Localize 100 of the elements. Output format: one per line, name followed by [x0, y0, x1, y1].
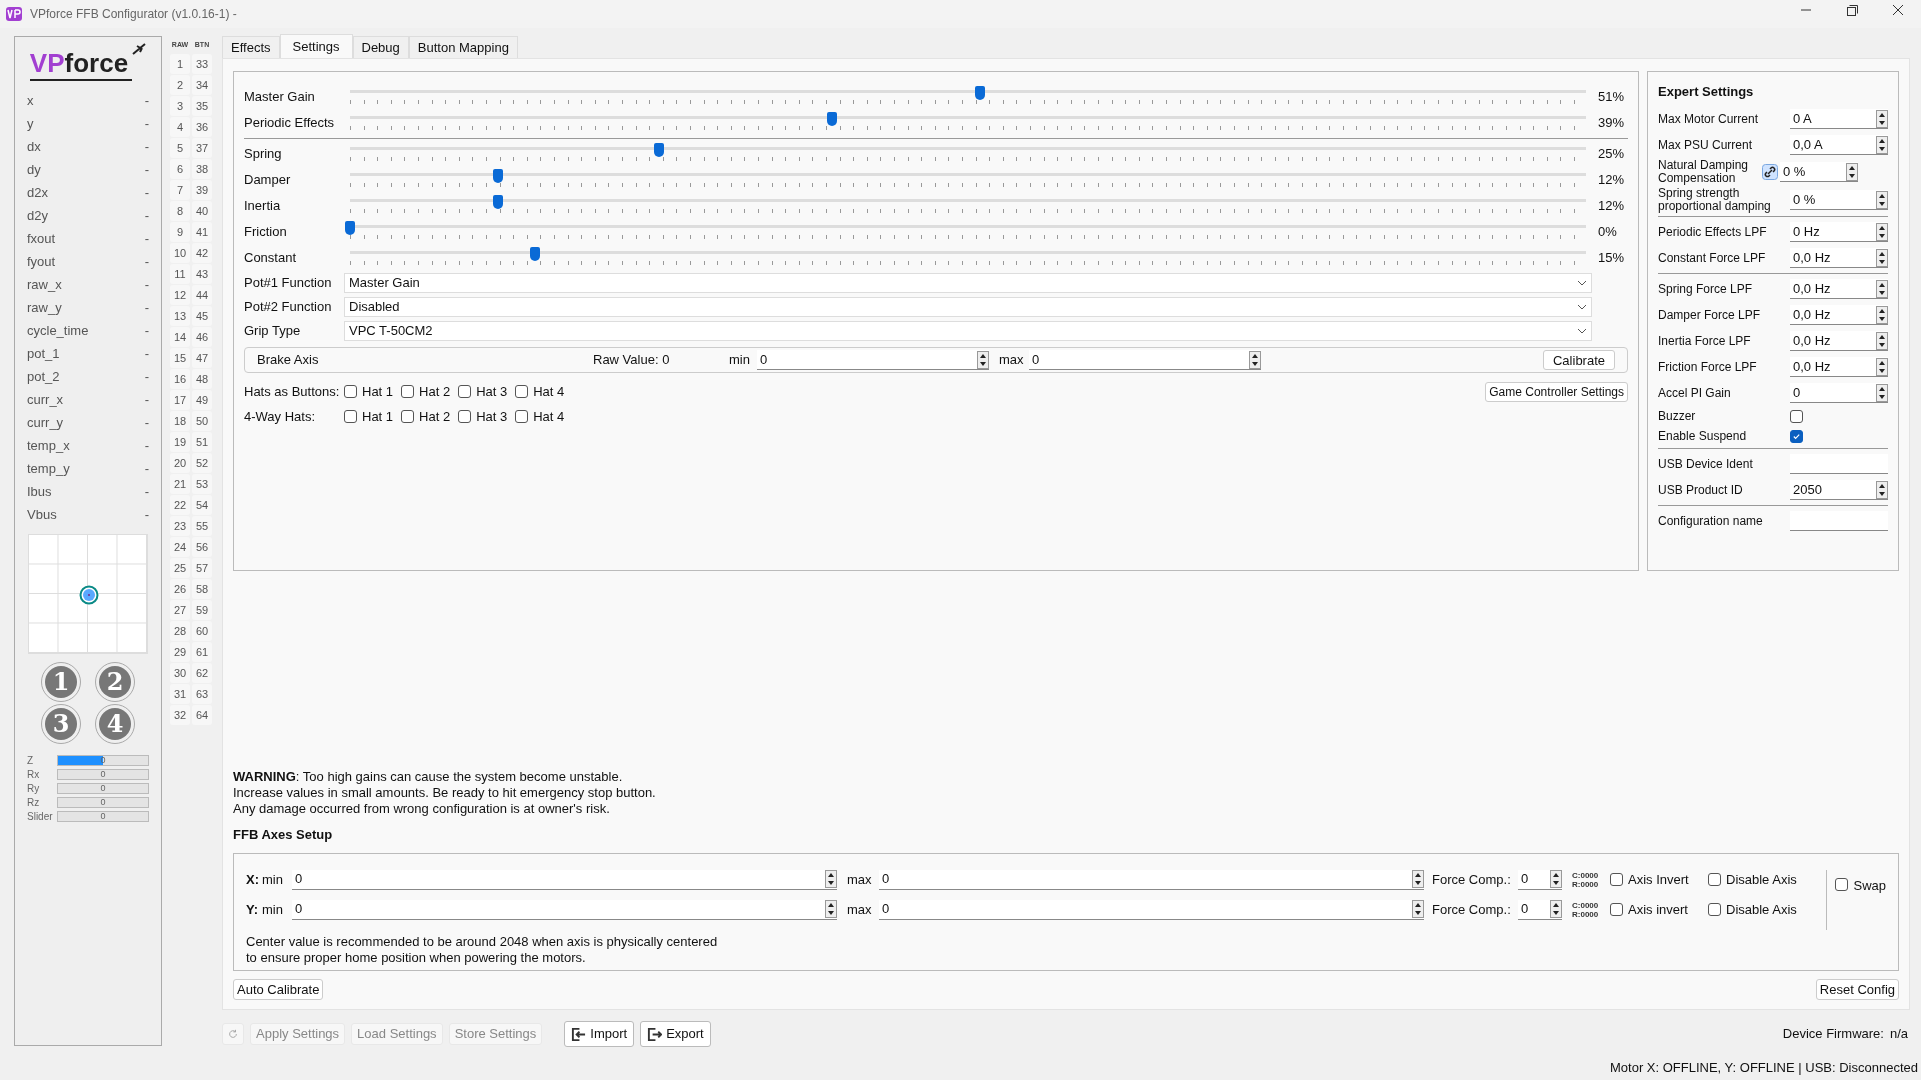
dropdown[interactable]: VPC T-50CM2: [344, 321, 1592, 341]
spin-box[interactable]: 0 A: [1790, 109, 1888, 129]
spinner-arrows-icon[interactable]: [1876, 279, 1888, 298]
spinner-arrows-icon[interactable]: [1550, 900, 1562, 918]
spinner-arrows-icon[interactable]: [977, 350, 989, 369]
slider-thumb[interactable]: [827, 112, 838, 126]
spin-box[interactable]: 0,0 Hz: [1790, 357, 1888, 377]
slider-thumb[interactable]: [493, 169, 504, 183]
spin-box[interactable]: 0: [1518, 899, 1562, 920]
slider-value: 0%: [1597, 223, 1618, 242]
slider-thumb[interactable]: [345, 221, 355, 235]
readout-value: -: [144, 298, 149, 317]
spin-box[interactable]: 0: [757, 350, 989, 370]
button-indicator: 39: [192, 180, 212, 200]
toolbar-button[interactable]: Export: [640, 1021, 711, 1047]
spin-box[interactable]: 0,0 Hz: [1790, 331, 1888, 351]
button-indicator: 4: [170, 117, 190, 137]
checkbox-label: Hat 2: [419, 382, 451, 401]
readout-value: -: [144, 206, 149, 225]
chevron-icon: [1577, 328, 1587, 334]
spinner-arrows-icon[interactable]: [1846, 162, 1858, 181]
spin-box[interactable]: 0,0 A: [1790, 135, 1888, 155]
button-indicator: 32: [170, 705, 190, 725]
readout-label: fyout: [27, 252, 56, 271]
button-indicator: 44: [192, 285, 212, 305]
checkbox[interactable]: [401, 410, 415, 423]
spinner-arrows-icon[interactable]: [1876, 383, 1888, 402]
button-indicator: 5: [170, 138, 190, 158]
text-field[interactable]: [1790, 511, 1888, 531]
tab[interactable]: Effects: [222, 36, 280, 58]
spin-box[interactable]: 0,0 Hz: [1790, 305, 1888, 325]
checkbox[interactable]: [1835, 877, 1849, 891]
checkbox[interactable]: [458, 385, 472, 398]
slider-thumb[interactable]: [530, 247, 541, 261]
spinner-arrows-icon[interactable]: [1249, 350, 1261, 369]
toolbar-button[interactable]: Import: [564, 1021, 635, 1047]
checkbox[interactable]: [515, 410, 529, 423]
spinner-arrows-icon[interactable]: [825, 870, 837, 888]
checkbox[interactable]: [401, 385, 415, 398]
checkbox[interactable]: [344, 410, 357, 423]
spinner-arrows-icon[interactable]: [1876, 331, 1888, 350]
calibrate-button[interactable]: Calibrate: [1543, 350, 1615, 370]
checkbox[interactable]: [1708, 873, 1721, 886]
game-controller-settings-button[interactable]: Game Controller Settings: [1485, 381, 1628, 402]
button-indicator: 12: [170, 285, 190, 305]
slider-thumb[interactable]: [654, 143, 664, 157]
spinner-arrows-icon[interactable]: [1412, 870, 1424, 888]
slider-thumb[interactable]: [493, 195, 504, 209]
readout-value: -: [144, 390, 149, 409]
field-label: min: [729, 351, 751, 370]
button-indicator: 15: [170, 348, 190, 368]
spin-box[interactable]: 0 %: [1780, 162, 1858, 182]
spin-box[interactable]: 0 %: [1790, 190, 1888, 210]
checkbox[interactable]: [344, 385, 357, 398]
tab[interactable]: Settings: [279, 34, 353, 58]
link-icon[interactable]: [1762, 164, 1778, 180]
spinner-arrows-icon[interactable]: [1876, 357, 1888, 376]
spin-box[interactable]: 0: [879, 899, 1424, 920]
spin-box[interactable]: 0 Hz: [1790, 222, 1888, 242]
spinner-arrows-icon[interactable]: [1876, 248, 1888, 267]
spinner-arrows-icon[interactable]: [1876, 135, 1888, 154]
button-indicator: 19: [170, 432, 190, 452]
spinner-arrows-icon[interactable]: [1876, 190, 1888, 209]
spinner-arrows-icon[interactable]: [1876, 222, 1888, 241]
text-field[interactable]: [1790, 454, 1888, 474]
readout-label: raw_x: [27, 275, 62, 294]
checkbox[interactable]: [1610, 873, 1623, 886]
checkbox[interactable]: [515, 385, 529, 398]
auto-calibrate-button[interactable]: Auto Calibrate: [233, 978, 324, 1000]
dropdown[interactable]: Master Gain: [344, 273, 1592, 293]
tab[interactable]: Debug: [352, 36, 409, 58]
dropdown[interactable]: Disabled: [344, 297, 1592, 317]
spin-box[interactable]: 0: [1029, 350, 1261, 370]
spin-box[interactable]: 0: [879, 869, 1424, 890]
checkbox[interactable]: [458, 410, 472, 423]
field-label: Grip Type: [244, 322, 302, 341]
slider-thumb[interactable]: [975, 86, 986, 100]
spinner-arrows-icon[interactable]: [1876, 305, 1888, 324]
checkbox[interactable]: [1790, 409, 1803, 423]
spin-box[interactable]: 0: [292, 869, 837, 890]
spin-box[interactable]: 0: [1518, 869, 1562, 890]
tab[interactable]: Button Mapping: [408, 36, 518, 58]
readout-label: curr_x: [27, 390, 64, 409]
spin-box[interactable]: 2050: [1790, 480, 1888, 500]
spinner-arrows-icon[interactable]: [1876, 480, 1888, 499]
spin-box[interactable]: 0,0 Hz: [1790, 248, 1888, 268]
reset-config-button[interactable]: Reset Config: [1815, 978, 1899, 1000]
checkbox-label: Hat 3: [476, 382, 508, 401]
checkbox[interactable]: [1610, 903, 1623, 916]
checkbox[interactable]: [1708, 903, 1721, 916]
field-label: Configuration name: [1658, 514, 1764, 528]
spinner-arrows-icon[interactable]: [1412, 900, 1424, 918]
spinner-arrows-icon[interactable]: [1550, 870, 1562, 888]
spinner-arrows-icon[interactable]: [825, 900, 837, 918]
spinner-arrows-icon[interactable]: [1876, 109, 1888, 128]
spin-box[interactable]: 0,0 Hz: [1790, 279, 1888, 299]
spin-box[interactable]: 0: [292, 899, 837, 920]
checkbox[interactable]: [1790, 429, 1803, 443]
spin-box[interactable]: 0: [1790, 383, 1888, 403]
center-value: C:0000: [1572, 870, 1600, 880]
